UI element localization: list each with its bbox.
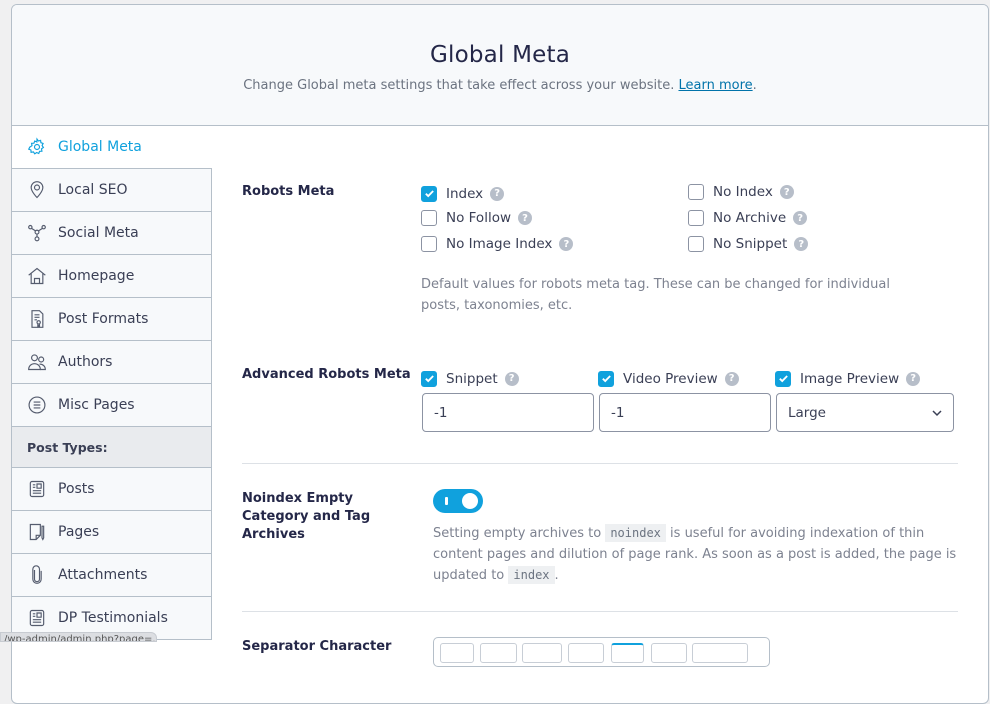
checkbox-no-archive[interactable]: No Archive? <box>688 210 808 226</box>
settings-panel: Global Meta Change Global meta settings … <box>11 4 989 704</box>
sidebar-item-authors[interactable]: Authors <box>12 341 212 384</box>
sidebar-item-label: Global Meta <box>58 139 142 155</box>
page-icon <box>27 522 47 542</box>
share-nodes-icon <box>27 223 47 243</box>
settings-sidebar: Global Meta Local SEO Social Meta Homepa… <box>12 126 212 640</box>
separator-option[interactable] <box>480 643 517 663</box>
gear-icon <box>27 137 47 157</box>
robots-meta-label: Robots Meta <box>242 184 335 199</box>
page-description: Change Global meta settings that take ef… <box>243 78 757 93</box>
sidebar-item-pages[interactable]: Pages <box>12 511 212 554</box>
image-preview-select[interactable]: Large <box>776 393 954 432</box>
robots-meta-description: Default values for robots meta tag. Thes… <box>421 277 890 313</box>
help-icon[interactable]: ? <box>518 211 532 225</box>
checkbox-box[interactable] <box>775 370 791 387</box>
separator-label: Separator Character <box>242 639 392 654</box>
separator-option[interactable] <box>568 643 604 663</box>
checkbox-box[interactable] <box>421 236 437 252</box>
checkbox-no-image-index[interactable]: No Image Index? <box>421 236 574 252</box>
checkbox-box[interactable] <box>688 210 704 226</box>
sidebar-item-global-meta[interactable]: Global Meta <box>12 126 212 169</box>
location-pin-icon <box>27 180 47 200</box>
paperclip-icon <box>27 565 47 585</box>
checkbox-snippet[interactable]: Snippet? <box>421 370 519 387</box>
noindex-empty-label: Noindex Empty Category and Tag Archives <box>242 491 371 542</box>
separator-option[interactable] <box>440 643 474 663</box>
chevron-down-icon <box>932 410 942 417</box>
noindex-empty-toggle[interactable] <box>433 489 483 513</box>
sidebar-item-label: Misc Pages <box>58 397 135 413</box>
advanced-robots-label: Advanced Robots Meta <box>242 367 411 382</box>
post-icon <box>27 608 47 628</box>
separator-option[interactable] <box>692 643 748 663</box>
sidebar-item-label: Posts <box>58 481 95 497</box>
sidebar-item-post-formats[interactable]: Post Formats <box>12 298 212 341</box>
checkbox-image-preview[interactable]: Image Preview? <box>775 370 921 387</box>
sidebar-item-posts[interactable]: Posts <box>12 468 212 511</box>
section-divider <box>242 463 958 464</box>
checkbox-box[interactable] <box>421 370 437 387</box>
sidebar-item-label: Authors <box>58 354 113 370</box>
checkbox-box[interactable] <box>421 185 437 202</box>
sidebar-item-label: Attachments <box>58 567 148 583</box>
code-noindex: noindex <box>605 524 666 542</box>
snippet-length-input[interactable]: -1 <box>422 393 594 432</box>
checkbox-no-index[interactable]: No Index? <box>688 184 794 200</box>
help-icon[interactable]: ? <box>724 371 739 386</box>
sidebar-item-misc-pages[interactable]: Misc Pages <box>12 384 212 427</box>
section-divider <box>242 611 958 612</box>
help-icon[interactable]: ? <box>793 211 808 225</box>
checkbox-no-follow[interactable]: No Follow? <box>421 210 532 226</box>
checkbox-box[interactable] <box>688 184 704 200</box>
sidebar-item-local-seo[interactable]: Local SEO <box>12 169 212 212</box>
sidebar-item-label: Local SEO <box>58 182 128 198</box>
help-icon[interactable]: ? <box>794 237 809 251</box>
list-circle-icon <box>27 395 47 415</box>
checkbox-video-preview[interactable]: Video Preview? <box>598 370 739 387</box>
separator-option[interactable] <box>651 643 687 663</box>
sidebar-item-social-meta[interactable]: Social Meta <box>12 212 212 255</box>
page-header: Global Meta Change Global meta settings … <box>12 5 988 126</box>
checkbox-box[interactable] <box>688 236 704 252</box>
video-preview-length-input[interactable]: -1 <box>599 393 771 432</box>
post-icon <box>27 479 47 499</box>
sidebar-item-homepage[interactable]: Homepage <box>12 255 212 298</box>
separator-option-selected[interactable] <box>611 643 644 663</box>
post-format-icon <box>27 309 47 329</box>
sidebar-item-attachments[interactable]: Attachments <box>12 554 212 597</box>
sidebar-item-label: Social Meta <box>58 225 139 241</box>
checkbox-box[interactable] <box>421 210 437 226</box>
separator-option[interactable] <box>522 643 562 663</box>
help-icon[interactable]: ? <box>906 371 921 386</box>
help-icon[interactable]: ? <box>779 185 794 199</box>
help-icon[interactable]: ? <box>504 371 519 386</box>
users-icon <box>27 352 47 372</box>
checkbox-index[interactable]: Index? <box>421 185 505 202</box>
sidebar-item-label: Post Formats <box>58 311 149 327</box>
checkbox-no-snippet[interactable]: No Snippet? <box>688 236 809 252</box>
home-icon <box>27 266 47 286</box>
help-icon[interactable]: ? <box>559 237 574 251</box>
noindex-empty-description: Setting empty archives to noindex is use… <box>433 524 957 584</box>
toggle-knob <box>462 493 478 509</box>
status-bar-url: /wp-admin/admin.php?page=... <box>0 632 157 642</box>
help-icon[interactable]: ? <box>490 186 505 201</box>
checkbox-box[interactable] <box>598 370 614 387</box>
sidebar-item-label: Homepage <box>58 268 135 284</box>
sidebar-item-label: Pages <box>58 524 100 540</box>
sidebar-item-label: DP Testimonials <box>58 610 168 626</box>
page-title: Global Meta <box>430 42 570 68</box>
post-types-heading: Post Types: <box>12 427 212 468</box>
code-index: index <box>508 566 555 584</box>
separator-options <box>433 637 770 667</box>
learn-more-link[interactable]: Learn more <box>678 78 752 93</box>
